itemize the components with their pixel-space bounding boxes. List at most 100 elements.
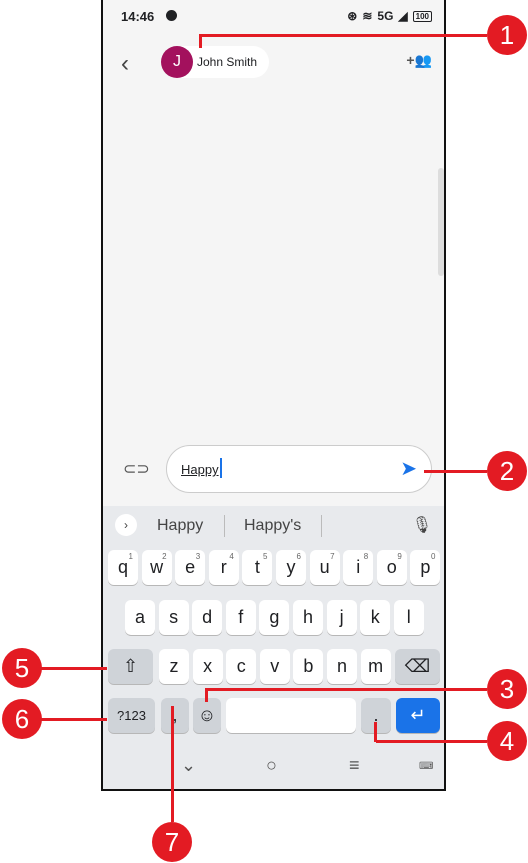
key-m[interactable]: m xyxy=(360,649,391,684)
space-key[interactable] xyxy=(226,698,356,733)
key-d[interactable]: d xyxy=(192,600,223,635)
attach-icon[interactable]: ⊂⊃ xyxy=(123,459,150,479)
callout-line-6 xyxy=(41,718,107,721)
status-bar: 14:46 ⊛ ≋ 5G ◢ 100 xyxy=(103,0,444,28)
shift-icon: ⇧ xyxy=(122,656,139,676)
chevron-down-icon[interactable]: ⌄ xyxy=(181,755,196,776)
key-j[interactable]: j xyxy=(326,600,357,635)
callout-5: 5 xyxy=(2,648,42,688)
status-time: 14:46 xyxy=(121,9,155,24)
comma-key[interactable]: , xyxy=(161,698,189,733)
key-m-label: m xyxy=(368,656,384,676)
text-cursor xyxy=(220,458,222,478)
callout-line-1 xyxy=(199,34,487,37)
key-d-label: d xyxy=(202,607,213,627)
status-icons: ⊛ ≋ 5G ◢ 100 xyxy=(347,9,432,23)
suggestion-2[interactable]: Happy's xyxy=(244,517,301,535)
key-n[interactable]: n xyxy=(327,649,357,684)
key-o-label: o xyxy=(386,557,397,577)
back-arrow-icon[interactable]: ‹ xyxy=(121,50,129,78)
key-e-label: e xyxy=(185,557,196,577)
key-y[interactable]: y6 xyxy=(276,550,306,585)
key-u-hint: 7 xyxy=(330,552,335,561)
symbols-key[interactable]: ?123 xyxy=(108,698,155,733)
key-c-label: c xyxy=(236,656,246,676)
key-o-hint: 9 xyxy=(397,552,402,561)
key-s[interactable]: s xyxy=(158,600,189,635)
home-icon[interactable]: ○ xyxy=(266,755,277,776)
key-w-label: w xyxy=(150,557,164,577)
backspace-key[interactable]: ⌫ xyxy=(395,649,440,684)
key-u-label: u xyxy=(319,557,330,577)
key-h-label: h xyxy=(302,607,313,627)
contact-chip[interactable]: J John Smith xyxy=(161,46,270,78)
scroll-handle[interactable] xyxy=(438,168,444,276)
key-t[interactable]: t5 xyxy=(242,550,273,585)
chevron-right-icon[interactable]: › xyxy=(115,514,137,536)
key-p-hint: 0 xyxy=(430,552,436,561)
key-z[interactable]: z xyxy=(159,649,189,684)
key-f-label: f xyxy=(238,607,244,627)
key-r-hint: 4 xyxy=(229,552,234,561)
microphone-icon[interactable]: 🎙 xyxy=(412,515,432,535)
key-w-hint: 2 xyxy=(162,552,167,561)
key-h[interactable]: h xyxy=(293,600,323,635)
suggestion-bar: › Happy Happy's 🎙 xyxy=(103,506,444,544)
key-w[interactable]: w2 xyxy=(141,550,172,585)
key-k[interactable]: k xyxy=(360,600,391,635)
keyboard-icon[interactable]: ⌨ xyxy=(419,761,433,772)
avatar: J xyxy=(161,46,193,78)
shift-key[interactable]: ⇧ xyxy=(108,649,153,684)
callout-stem-7 xyxy=(171,706,174,822)
callout-7: 7 xyxy=(152,822,192,862)
key-z-label: z xyxy=(169,656,179,676)
key-f[interactable]: f xyxy=(225,600,256,635)
signal-icon: ◢ xyxy=(398,9,408,23)
account-icon xyxy=(166,10,177,21)
suggestion-1[interactable]: Happy xyxy=(157,517,203,535)
key-x[interactable]: x xyxy=(192,649,223,684)
key-b-label: b xyxy=(303,656,314,676)
callout-line-2 xyxy=(424,470,487,473)
callout-4: 4 xyxy=(487,721,527,761)
battery-icon: 100 xyxy=(412,10,432,22)
key-c[interactable]: c xyxy=(226,649,257,684)
menu-icon[interactable]: ≡ xyxy=(349,755,360,776)
callout-3: 3 xyxy=(487,669,527,709)
send-icon[interactable]: ➤ xyxy=(400,456,417,481)
navigation-bar: ⌄ ○ ≡ ⌨ xyxy=(103,743,444,789)
key-t-label: t xyxy=(254,557,260,577)
divider xyxy=(321,515,322,537)
key-e-hint: 3 xyxy=(195,552,201,561)
key-p[interactable]: p0 xyxy=(410,550,441,585)
key-l[interactable]: l xyxy=(393,600,424,635)
message-input[interactable]: Happy ➤ xyxy=(166,445,432,493)
key-b[interactable]: b xyxy=(293,649,324,684)
key-r-label: r xyxy=(220,557,227,577)
network-label: 5G xyxy=(377,9,394,23)
emoji-key[interactable]: ☺ xyxy=(193,698,221,733)
key-r[interactable]: r4 xyxy=(208,550,239,585)
key-y-label: y xyxy=(286,557,296,577)
key-a[interactable]: a xyxy=(125,600,155,635)
key-g[interactable]: g xyxy=(259,600,290,635)
callout-stem-4 xyxy=(374,722,377,742)
key-q[interactable]: q1 xyxy=(108,550,138,585)
key-x-label: x xyxy=(203,656,213,676)
key-e[interactable]: e3 xyxy=(175,550,206,585)
key-u[interactable]: u7 xyxy=(309,550,340,585)
divider xyxy=(224,515,225,537)
key-i[interactable]: i8 xyxy=(343,550,374,585)
callout-line-5 xyxy=(41,667,107,670)
callout-line-3 xyxy=(205,688,487,691)
key-g-label: g xyxy=(269,607,280,627)
key-o[interactable]: o9 xyxy=(376,550,407,585)
key-v[interactable]: v xyxy=(259,649,290,684)
key-k-label: k xyxy=(370,607,380,627)
contact-name: John Smith xyxy=(197,55,258,69)
message-text: Happy xyxy=(181,462,219,477)
enter-key[interactable]: ↵ xyxy=(396,698,440,733)
callout-6: 6 xyxy=(2,699,42,739)
add-people-icon[interactable]: +👥 xyxy=(406,52,432,69)
key-p-label: p xyxy=(420,557,431,577)
